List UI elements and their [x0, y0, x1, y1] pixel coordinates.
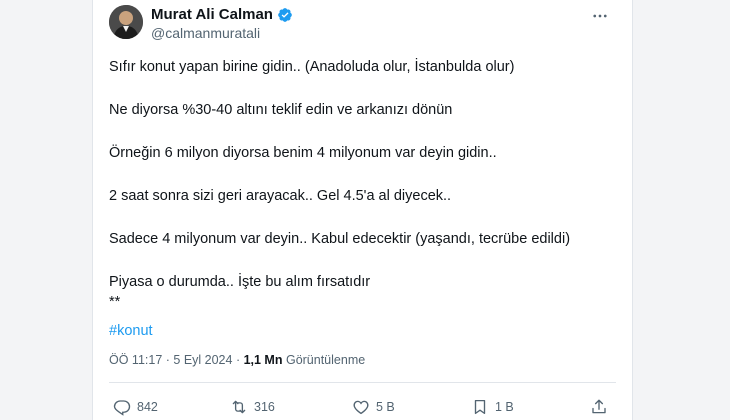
action-bar: 842 316 5 B 1 B: [93, 394, 634, 420]
bookmark-count: 1 B: [495, 400, 514, 414]
heart-icon: [353, 400, 369, 415]
share-icon: [592, 399, 606, 414]
post-meta: ÖÖ 11:17 · 5 Eyl 2024 · 1,1 Mn Görüntüle…: [109, 353, 366, 367]
more-options-icon[interactable]: [588, 6, 612, 26]
author-name-row[interactable]: Murat Ali Calman: [151, 6, 293, 23]
post-line: 2 saat sonra sizi geri arayacak.. Gel 4.…: [109, 188, 452, 204]
bookmark-button[interactable]: 1 B: [471, 398, 514, 416]
page-background: Murat Ali Calman @calmanmuratali Sıfır k…: [0, 0, 730, 420]
hashtag-link[interactable]: #konut: [109, 321, 614, 341]
author-display-name[interactable]: Murat Ali Calman: [151, 6, 273, 23]
post-line: **: [109, 294, 121, 310]
avatar[interactable]: [109, 5, 143, 39]
repost-icon: [232, 400, 246, 414]
author-handle[interactable]: @calmanmuratali: [151, 25, 260, 41]
share-button[interactable]: [590, 398, 608, 416]
like-button[interactable]: 5 B: [352, 398, 395, 416]
repost-button[interactable]: 316: [230, 398, 275, 416]
views-count: 1,1 Mn: [243, 353, 283, 367]
verified-badge-icon: [277, 7, 293, 23]
post-time[interactable]: ÖÖ 11:17: [109, 353, 162, 367]
post-line: Piyasa o durumda.. İşte bu alım fırsatıd…: [109, 274, 371, 290]
post-text: Sıfır konut yapan birine gidin.. (Anadol…: [109, 57, 614, 341]
post-line: Ne diyorsa %30-40 altını teklif edin ve …: [109, 102, 453, 118]
post-date[interactable]: 5 Eyl 2024: [173, 353, 232, 367]
reply-count: 842: [137, 400, 158, 414]
views-label: Görüntülenme: [285, 353, 366, 367]
reply-button[interactable]: 842: [113, 398, 158, 416]
post-line: Sadece 4 milyonum var deyin.. Kabul edec…: [109, 231, 571, 247]
tweet-card: Murat Ali Calman @calmanmuratali Sıfır k…: [92, 0, 633, 420]
reply-icon: [113, 400, 131, 416]
bookmark-icon: [474, 399, 486, 415]
like-count: 5 B: [376, 400, 395, 414]
post-line: Sıfır konut yapan birine gidin.. (Anadol…: [109, 59, 515, 75]
post-line: Örneğin 6 milyon diyorsa benim 4 milyonu…: [109, 145, 497, 161]
repost-count: 316: [254, 400, 275, 414]
divider: [109, 382, 616, 383]
